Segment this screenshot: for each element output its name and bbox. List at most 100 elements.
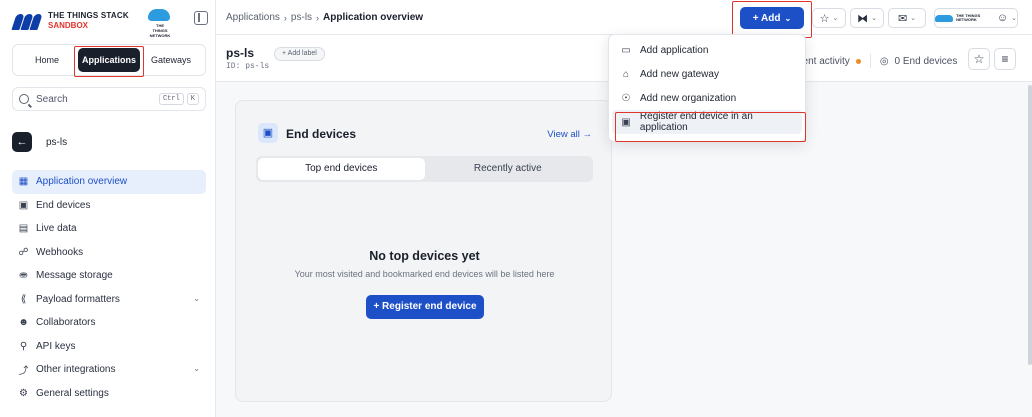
back-arrow-icon[interactable]: ← bbox=[12, 132, 32, 152]
breadcrumb-applications[interactable]: Applications bbox=[226, 12, 280, 23]
ttn-logo-icon: THE THINGS NETWORK bbox=[148, 7, 172, 38]
organization-icon: ☉ bbox=[621, 92, 631, 104]
menu-item-register-end-device[interactable]: ▣ Register end device in an application bbox=[612, 110, 802, 134]
tags-button[interactable]: ⧓ ⌄ bbox=[850, 8, 884, 28]
register-end-device-button[interactable]: + Register end device bbox=[366, 295, 484, 319]
tab-recently-active[interactable]: Recently active bbox=[425, 158, 592, 180]
notifications-button[interactable]: ✉ ⌄ bbox=[888, 8, 926, 28]
chevron-right-icon: › bbox=[283, 12, 287, 23]
add-button[interactable]: + Add ⌄ bbox=[740, 7, 804, 29]
card-title: End devices bbox=[286, 127, 357, 141]
ttn-logo-icon bbox=[935, 14, 954, 22]
sidebar-item-payload-formatters[interactable]: ⟪ Payload formatters ⌄ bbox=[12, 288, 206, 312]
tab-home[interactable]: Home bbox=[16, 48, 78, 72]
menu-icon: ≡ bbox=[1001, 52, 1009, 66]
breadcrumb-app[interactable]: ps-ls bbox=[291, 12, 312, 23]
key-icon: ⚲ bbox=[19, 340, 28, 352]
breadcrumb: Applications › ps-ls › Application overv… bbox=[226, 12, 423, 23]
brand-line2: SANDBOX bbox=[48, 21, 89, 30]
inbox-icon: ✉ bbox=[897, 12, 908, 25]
brand-line1: THE THINGS STACK bbox=[48, 11, 129, 20]
menu-button[interactable]: ≡ bbox=[994, 48, 1016, 70]
application-icon: ▭ bbox=[621, 44, 631, 56]
app-context: ← ps-ls bbox=[12, 132, 67, 152]
search-icon bbox=[19, 94, 29, 104]
bookmarks-button[interactable]: ☆ ⌄ bbox=[812, 8, 846, 28]
sidebar-item-label: Other integrations bbox=[36, 364, 116, 376]
sidebar-item-label: API keys bbox=[36, 340, 76, 352]
users-icon: ☻ bbox=[18, 317, 29, 329]
sidebar-item-label: Payload formatters bbox=[36, 293, 120, 305]
add-label-button[interactable]: + Add label bbox=[274, 47, 325, 61]
shortcut-key-ctrl: Ctrl bbox=[158, 93, 184, 105]
sidebar-item-collaborators[interactable]: ☻ Collaborators bbox=[12, 311, 206, 335]
tag-icon: ⧓ bbox=[857, 12, 869, 25]
tts-logo-icon bbox=[11, 12, 43, 30]
breadcrumb-current: Application overview bbox=[323, 12, 424, 23]
chip-icon: ▣ bbox=[18, 199, 29, 211]
chevron-down-icon: ⌄ bbox=[1011, 15, 1017, 22]
chevron-down-icon: ⌄ bbox=[871, 15, 877, 22]
sidebar-item-general-settings[interactable]: ⚙ General settings bbox=[12, 382, 206, 406]
gear-icon: ⚙ bbox=[19, 387, 28, 399]
app-title: ps-ls bbox=[226, 46, 255, 60]
menu-item-label: Add application bbox=[640, 44, 709, 56]
tab-gateways[interactable]: Gateways bbox=[140, 48, 202, 72]
chevron-down-icon: ⌄ bbox=[784, 13, 792, 23]
top-header: Applications › ps-ls › Application overv… bbox=[216, 0, 1032, 38]
menu-item-label: Add new organization bbox=[640, 92, 737, 104]
sidebar-item-end-devices[interactable]: ▣ End devices bbox=[12, 194, 206, 218]
main-nav-tabs: Home Applications Gateways bbox=[12, 44, 206, 76]
sidebar-item-webhooks[interactable]: ☍ Webhooks bbox=[12, 241, 206, 265]
chip-icon: ▣ bbox=[621, 116, 631, 128]
view-all-link[interactable]: View all → bbox=[547, 129, 592, 140]
menu-item-add-gateway[interactable]: ⌂ Add new gateway bbox=[612, 62, 802, 86]
user-avatar-icon: ☺ bbox=[996, 12, 1009, 24]
end-devices-card: ▣ End devices View all → Top end devices… bbox=[235, 100, 612, 402]
sidebar: THE THINGS STACK SANDBOX THE THINGS NETW… bbox=[0, 0, 216, 417]
add-button-label: + Add bbox=[752, 12, 781, 24]
chevron-down-icon: ⌄ bbox=[193, 364, 200, 373]
gateway-icon: ⌂ bbox=[622, 68, 630, 80]
globe-icon: ◎ bbox=[879, 55, 889, 67]
app-activity: ecent activity ◎ 0 End devices bbox=[792, 54, 957, 68]
page-scrollbar[interactable] bbox=[1028, 85, 1032, 365]
menu-item-add-application[interactable]: ▭ Add application bbox=[612, 38, 802, 62]
ttn-account-logo-text: THE THINGS NETWORK bbox=[956, 13, 981, 22]
star-button[interactable]: ☆ bbox=[968, 48, 990, 70]
sidebar-nav: ▦ Application overview ▣ End devices ▤ L… bbox=[12, 170, 206, 405]
webhook-icon: ☍ bbox=[18, 246, 29, 258]
chevron-right-icon: › bbox=[316, 12, 320, 23]
account-button[interactable]: THE THINGS NETWORK ☺ ⌄ bbox=[934, 8, 1018, 28]
brand-logo[interactable]: THE THINGS STACK SANDBOX bbox=[11, 8, 129, 34]
integrations-icon: ⤴ bbox=[18, 366, 29, 378]
chip-icon: ▣ bbox=[258, 123, 278, 143]
chevron-down-icon: ⌄ bbox=[193, 293, 200, 303]
sidebar-item-api-keys[interactable]: ⚲ API keys bbox=[12, 335, 206, 359]
tab-applications[interactable]: Applications bbox=[78, 48, 140, 72]
chevron-down-icon: ⌄ bbox=[910, 15, 917, 22]
star-icon: ☆ bbox=[819, 12, 830, 25]
grid-icon: ▦ bbox=[18, 176, 29, 188]
sidebar-item-live-data[interactable]: ▤ Live data bbox=[12, 217, 206, 241]
collapse-sidebar-icon[interactable] bbox=[194, 11, 208, 25]
end-devices-count[interactable]: 0 End devices bbox=[895, 56, 958, 67]
search-input[interactable]: Search Ctrl K bbox=[12, 87, 206, 111]
sidebar-item-label: End devices bbox=[36, 199, 91, 211]
chevron-down-icon: ⌄ bbox=[832, 15, 839, 22]
ttn-logo-text: THE THINGS NETWORK bbox=[149, 23, 171, 38]
sidebar-item-message-storage[interactable]: ⛂ Message storage bbox=[12, 264, 206, 288]
sidebar-item-label: Application overview bbox=[36, 176, 128, 188]
sidebar-item-application-overview[interactable]: ▦ Application overview bbox=[12, 170, 206, 194]
sidebar-item-label: Webhooks bbox=[36, 246, 84, 258]
sidebar-item-label: Collaborators bbox=[36, 317, 96, 329]
menu-item-add-organization[interactable]: ☉ Add new organization bbox=[612, 86, 802, 110]
add-dropdown-menu: ▭ Add application ⌂ Add new gateway ☉ Ad… bbox=[608, 34, 806, 142]
search-placeholder: Search bbox=[36, 93, 68, 105]
sidebar-item-label: General settings bbox=[36, 387, 109, 399]
sidebar-item-other-integrations[interactable]: ⤴ Other integrations ⌄ bbox=[12, 358, 206, 382]
tab-top-end-devices[interactable]: Top end devices bbox=[258, 158, 425, 180]
brackets-icon: ⟪ bbox=[20, 293, 27, 305]
menu-item-label: Add new gateway bbox=[640, 68, 719, 80]
empty-state-title: No top devices yet bbox=[369, 249, 480, 263]
